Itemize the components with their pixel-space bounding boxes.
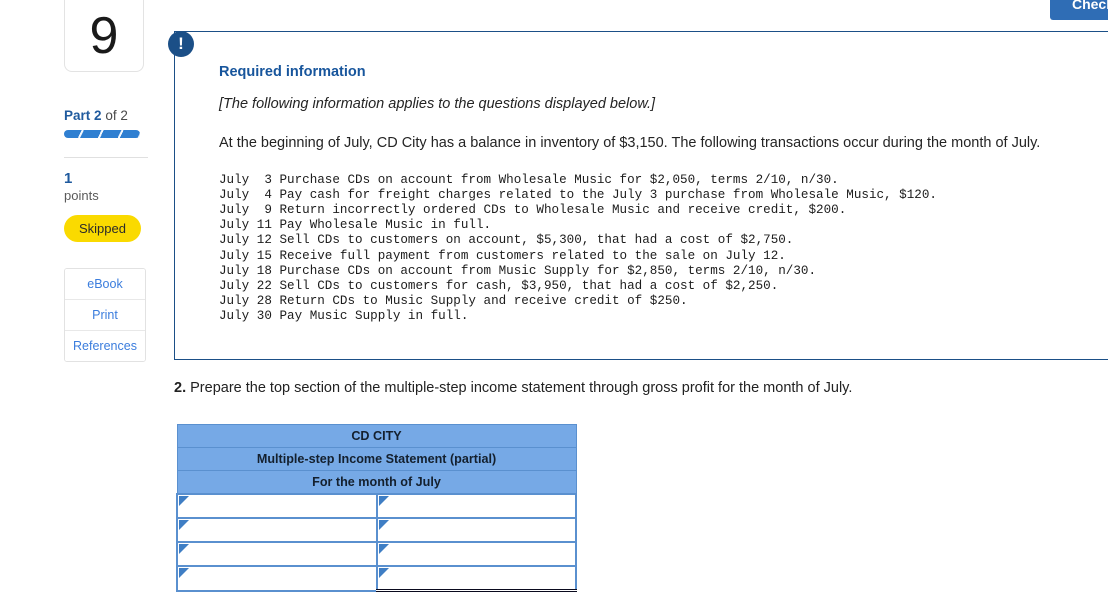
worksheet-title-period: For the month of July bbox=[176, 470, 577, 495]
references-button[interactable]: References bbox=[65, 331, 145, 362]
worksheet-amount-input[interactable] bbox=[386, 543, 573, 565]
exclamation-icon: ! bbox=[168, 31, 194, 57]
worksheet-label-cell[interactable] bbox=[176, 517, 378, 543]
worksheet-input-row bbox=[176, 541, 577, 567]
worksheet-label-cell[interactable] bbox=[176, 565, 378, 592]
worksheet-amount-cell[interactable] bbox=[375, 493, 577, 519]
worksheet-amount-cell[interactable] bbox=[375, 517, 577, 543]
status-badge-skipped[interactable]: Skipped bbox=[64, 215, 141, 243]
points-value: 1 bbox=[64, 170, 73, 187]
worksheet-label-cell[interactable] bbox=[176, 493, 378, 519]
worksheet-total-row bbox=[176, 565, 577, 592]
part-suffix: of 2 bbox=[105, 108, 128, 123]
worksheet-table: CD CITY Multiple-step Income Statement (… bbox=[176, 424, 577, 592]
worksheet-input-row bbox=[176, 493, 577, 519]
worksheet-amount-cell[interactable] bbox=[375, 565, 577, 592]
check-button[interactable]: Check bbox=[1050, 0, 1108, 20]
part-current: 2 bbox=[94, 108, 102, 123]
question-number-card: 9 bbox=[64, 0, 144, 72]
worksheet-label-input[interactable] bbox=[187, 543, 374, 565]
worksheet-amount-input[interactable] bbox=[386, 495, 573, 517]
rail-divider bbox=[64, 157, 148, 158]
worksheet-header-row: Multiple-step Income Statement (partial) bbox=[176, 447, 577, 471]
worksheet-title-statement: Multiple-step Income Statement (partial) bbox=[176, 447, 577, 471]
worksheet-label-input[interactable] bbox=[187, 495, 374, 517]
worksheet-amount-cell[interactable] bbox=[375, 541, 577, 567]
question-left-rail: 9 Part 2 of 2 1 points Skipped eBook Pri… bbox=[64, 0, 148, 363]
ebook-button[interactable]: eBook bbox=[65, 269, 145, 301]
worksheet-amount-input[interactable] bbox=[386, 519, 573, 541]
question-number: 9 bbox=[89, 6, 119, 65]
rail-button-group: eBook Print References bbox=[64, 268, 146, 363]
print-button[interactable]: Print bbox=[65, 300, 145, 332]
callout-intro-paragraph: At the beginning of July, CD City has a … bbox=[219, 135, 1041, 151]
worksheet-header-row: For the month of July bbox=[176, 470, 577, 495]
callout-italic-note: [The following information applies to th… bbox=[219, 96, 656, 112]
question-prompt: 2. Prepare the top section of the multip… bbox=[174, 380, 852, 396]
points-label: points bbox=[64, 187, 99, 203]
required-information-callout: Required information [The following info… bbox=[174, 31, 1108, 360]
part-indicator: Part 2 of 2 bbox=[64, 108, 144, 123]
worksheet-input-row bbox=[176, 517, 577, 543]
worksheet-label-cell[interactable] bbox=[176, 541, 378, 567]
worksheet-title-company: CD CITY bbox=[176, 424, 577, 448]
worksheet-amount-input[interactable] bbox=[386, 567, 573, 589]
part-prefix: Part bbox=[64, 108, 91, 123]
callout-content: Required information [The following info… bbox=[219, 64, 1108, 325]
transaction-list: July 3 Purchase CDs on account from Whol… bbox=[219, 172, 937, 324]
income-statement-worksheet: CD CITY Multiple-step Income Statement (… bbox=[176, 424, 577, 592]
part-indicator-strong: Part 2 bbox=[64, 108, 102, 123]
question-prompt-number: 2. bbox=[174, 380, 187, 396]
worksheet-label-input[interactable] bbox=[187, 519, 374, 541]
callout-title: Required information bbox=[219, 64, 366, 80]
worksheet-header-row: CD CITY bbox=[176, 424, 577, 448]
worksheet-label-input[interactable] bbox=[187, 567, 374, 590]
question-prompt-text: Prepare the top section of the multiple-… bbox=[190, 380, 853, 396]
part-progress-bar bbox=[64, 130, 140, 138]
